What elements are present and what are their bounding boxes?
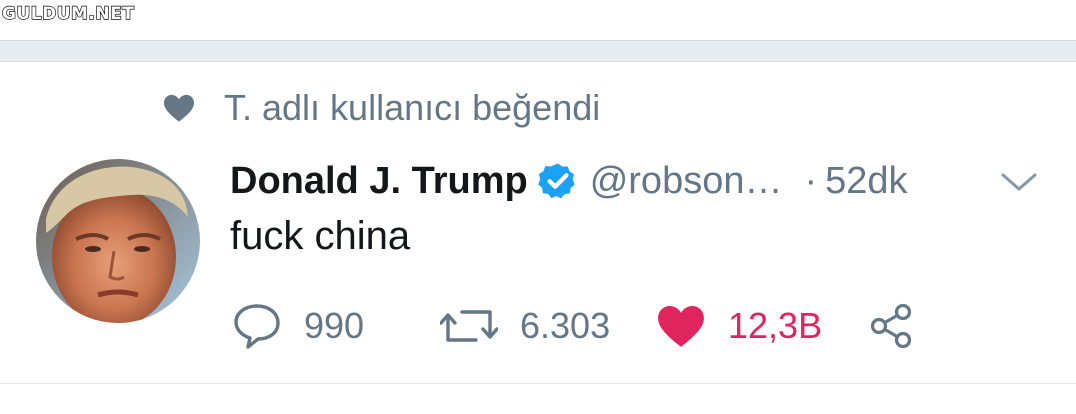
- separator-dot: ·: [804, 159, 818, 202]
- reply-icon: [234, 304, 280, 349]
- verified-badge-icon: [537, 163, 575, 199]
- like-button[interactable]: 12,3B: [656, 302, 822, 350]
- avatar[interactable]: [36, 159, 200, 323]
- reply-count: 990: [304, 305, 365, 346]
- like-count: 12,3B: [728, 305, 823, 346]
- reply-button[interactable]: 990: [232, 302, 364, 350]
- watermark-logo: GULDUM.NET: [1, 3, 135, 24]
- tweet-header: Donald J. Trump @robson… · 52dk: [230, 154, 908, 208]
- social-context[interactable]: T. adlı kullanıcı beğendi: [162, 86, 600, 130]
- bottom-divider: [0, 383, 1076, 384]
- avatar-image: [36, 159, 200, 323]
- share-button[interactable]: [868, 302, 914, 350]
- retweet-icon: [440, 310, 498, 342]
- heart-filled-icon: [658, 306, 704, 347]
- share-icon: [870, 303, 912, 349]
- tweet-text: fuck china: [230, 214, 411, 258]
- timestamp[interactable]: 52dk: [825, 160, 907, 203]
- retweet-button[interactable]: 6.303: [440, 302, 610, 350]
- handle[interactable]: @robson…: [590, 160, 783, 203]
- retweet-count: 6.303: [520, 305, 611, 346]
- display-name[interactable]: Donald J. Trump: [230, 160, 528, 203]
- chevron-down-icon[interactable]: [1000, 170, 1038, 194]
- timeline-separator: [0, 40, 1076, 62]
- heart-icon: [164, 94, 194, 122]
- social-context-label: T. adlı kullanıcı beğendi: [224, 87, 601, 128]
